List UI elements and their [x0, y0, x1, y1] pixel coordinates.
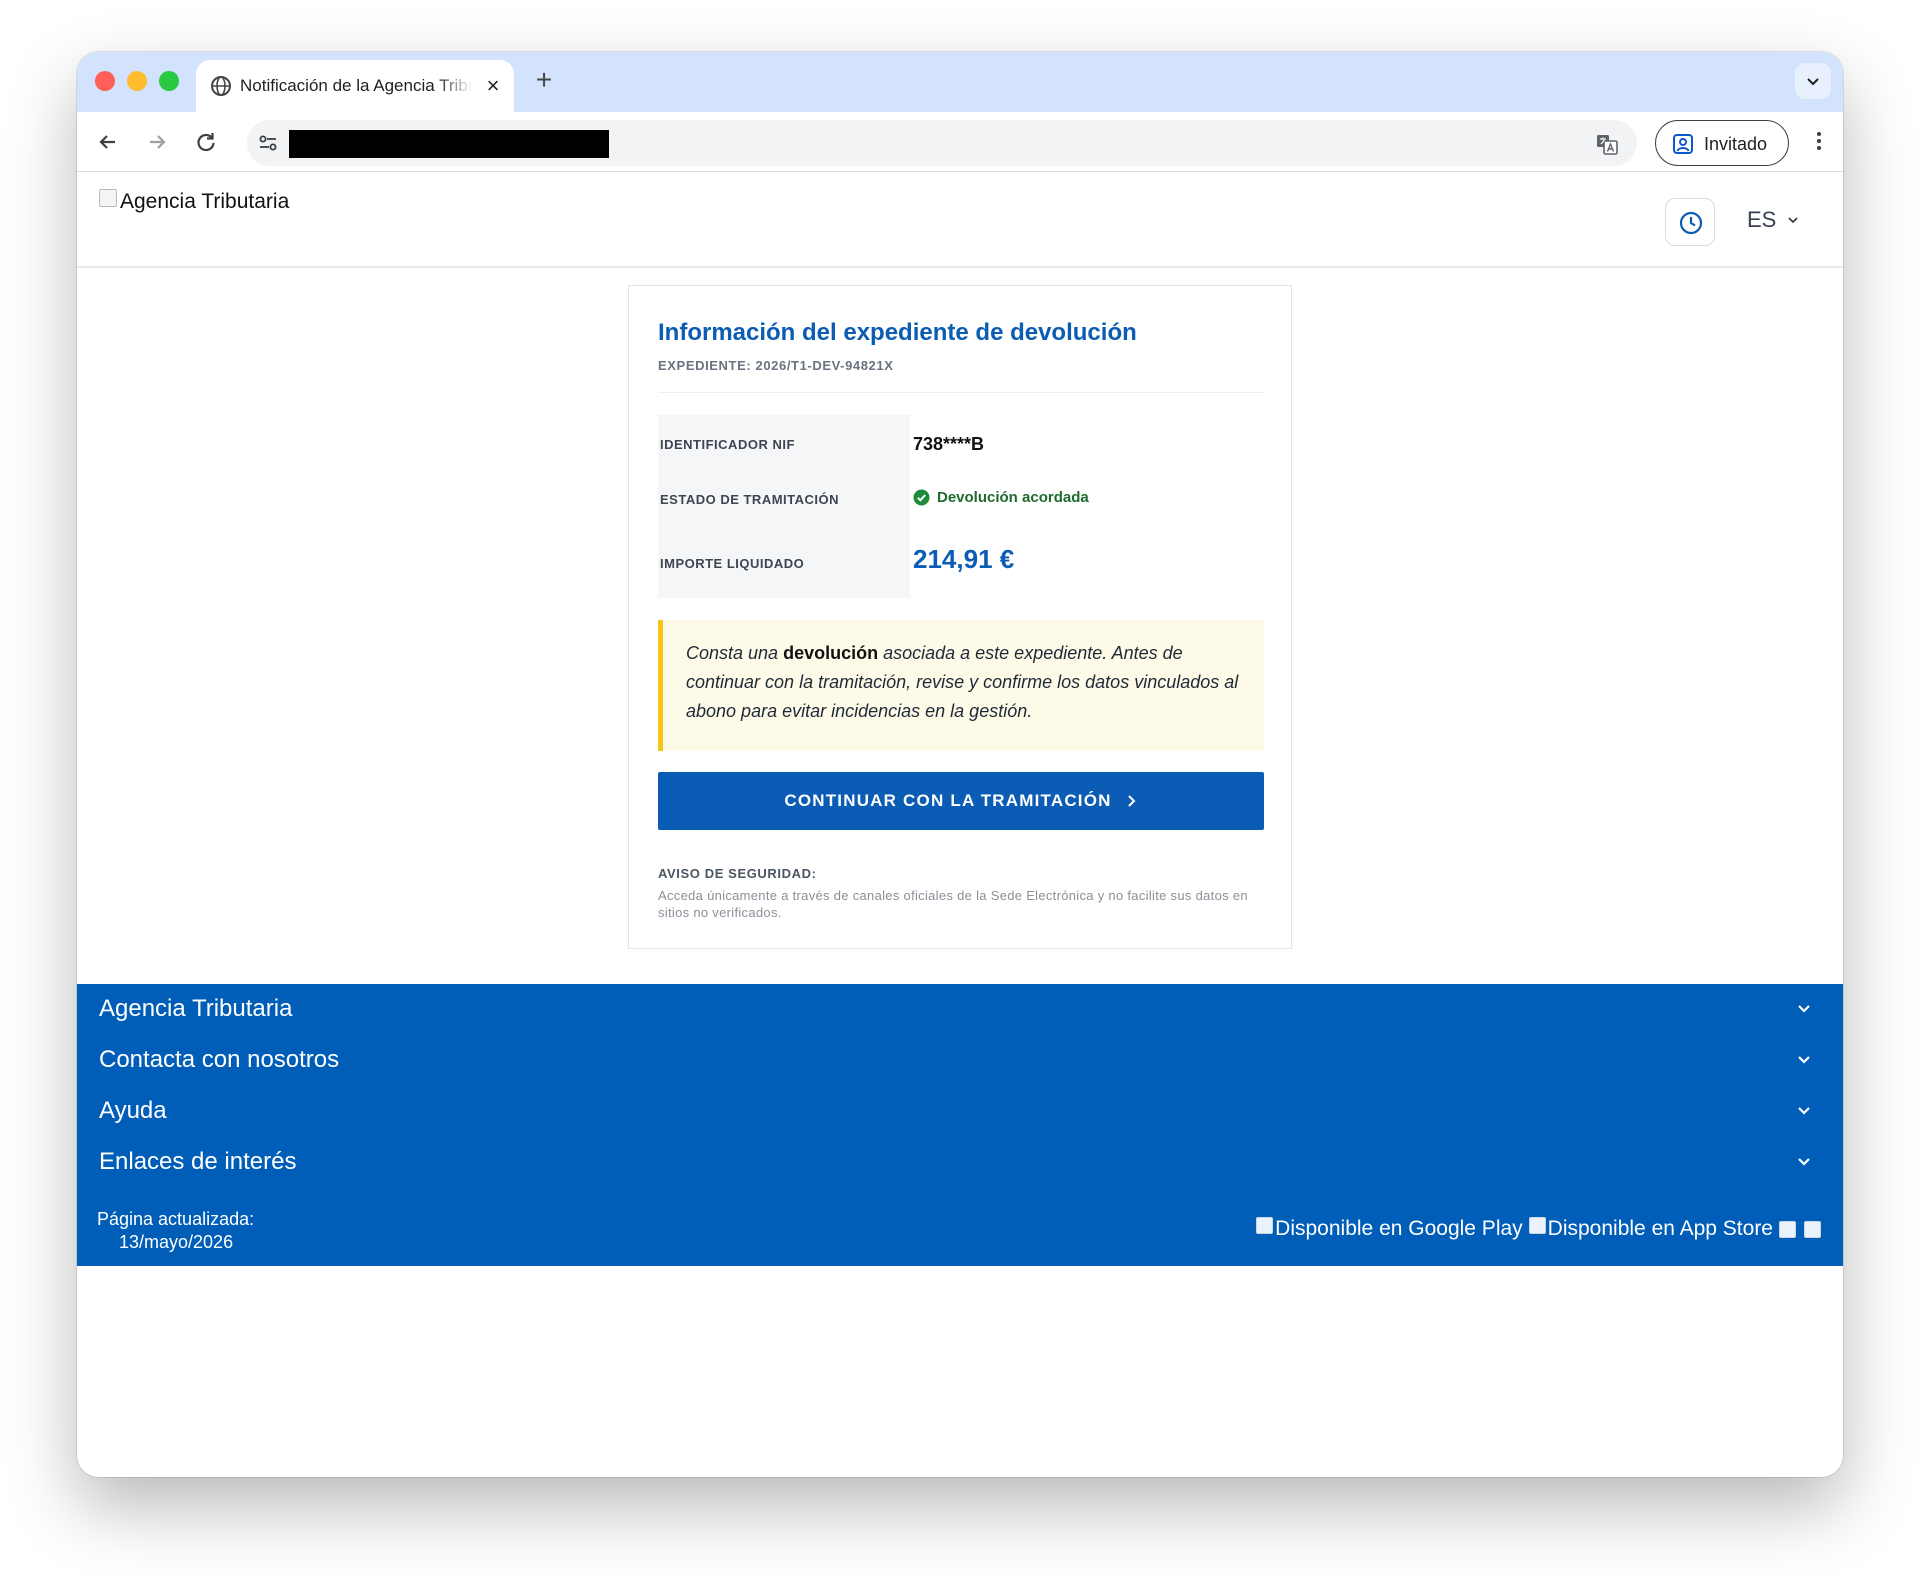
nif-label: IDENTIFICADOR NIF	[660, 437, 795, 452]
broken-image-icon	[1804, 1220, 1821, 1238]
footer-section-label: Agencia Tributaria	[99, 995, 293, 1022]
continue-button[interactable]: CONTINUAR CON LA TRAMITACIÓN	[658, 772, 1264, 830]
tab-search-button[interactable]	[1795, 63, 1831, 99]
footer-section-agencia[interactable]: Agencia Tributaria	[77, 984, 1843, 1035]
broken-image-icon	[1779, 1220, 1796, 1238]
notice-text-start: Consta una	[686, 643, 784, 663]
site-logo[interactable]: Agencia Tributaria	[99, 189, 290, 214]
tab-title: Notificación de la Agencia Tributaria	[240, 76, 472, 95]
clock-icon	[1679, 211, 1703, 235]
chevron-down-icon	[1807, 78, 1819, 86]
footer-section-label: Contacta con nosotros	[99, 1046, 340, 1073]
footer-image-link[interactable]	[1779, 1220, 1798, 1238]
active-tab[interactable]: Notificación de la Agencia Tributaria ×	[196, 60, 514, 112]
chevron-down-icon	[1798, 1158, 1810, 1166]
security-title: AVISO DE SEGURIDAD:	[658, 866, 817, 881]
chevron-down-icon	[1788, 217, 1798, 224]
kebab-menu-icon	[1817, 132, 1821, 150]
app-store-alt: Disponible en App Store	[1547, 1217, 1773, 1240]
app-badges: Disponible en Google Play Disponible en …	[1256, 1217, 1823, 1241]
notice-text-bold: devolución	[783, 643, 879, 663]
footer-section-contacta[interactable]: Contacta con nosotros	[77, 1035, 1843, 1086]
security-text: Acceda únicamente a través de canales of…	[658, 888, 1248, 920]
site-settings-icon[interactable]	[257, 132, 279, 154]
file-number: EXPEDIENTE: 2026/T1-DEV-94821X	[658, 358, 894, 373]
chevron-down-icon	[1798, 1056, 1810, 1064]
page-updated: Página actualizada: 13/mayo/2026	[97, 1208, 254, 1254]
divider	[658, 392, 1264, 393]
web-page: Agencia Tributaria ES Información del ex…	[77, 173, 1843, 1477]
tab-strip: Notificación de la Agencia Tributaria × …	[77, 52, 1843, 112]
maximize-window-button[interactable]	[159, 71, 179, 91]
notice-text: Consta una devolución asociada a este ex…	[686, 639, 1246, 726]
browser-window: Notificación de la Agencia Tributaria × …	[77, 52, 1843, 1477]
address-bar[interactable]	[247, 120, 1637, 166]
card-title: Información del expediente de devolución	[658, 319, 1137, 346]
broken-image-icon	[1256, 1217, 1274, 1234]
profile-button[interactable]: Invitado	[1655, 120, 1789, 166]
info-table: IDENTIFICADOR NIF 738****B ESTADO DE TRA…	[658, 415, 1264, 598]
close-window-button[interactable]	[95, 71, 115, 91]
browser-menu-button[interactable]	[1808, 126, 1830, 156]
site-header: Agencia Tributaria ES	[77, 173, 1843, 268]
google-play-badge[interactable]: Disponible en Google Play	[1256, 1217, 1523, 1241]
new-tab-button[interactable]: +	[529, 65, 559, 95]
nif-value: 738****B	[913, 434, 985, 454]
reload-icon	[197, 133, 215, 152]
logo-alt-text: Agencia Tributaria	[120, 190, 290, 213]
footer-section-enlaces[interactable]: Enlaces de interés	[77, 1137, 1843, 1188]
footer-image-link[interactable]	[1804, 1220, 1823, 1238]
browser-toolbar: Invitado	[77, 112, 1843, 172]
site-footer: Agencia Tributaria Contacta con nosotros…	[77, 984, 1843, 1266]
refund-info-card: Información del expediente de devolución…	[628, 285, 1292, 949]
broken-image-icon	[99, 189, 117, 207]
arrow-left-icon	[99, 135, 115, 149]
footer-section-label: Enlaces de interés	[99, 1148, 297, 1175]
globe-icon	[210, 75, 232, 97]
language-label: ES	[1747, 207, 1777, 232]
refund-notice: Consta una devolución asociada a este ex…	[658, 620, 1264, 751]
minimize-window-button[interactable]	[127, 71, 147, 91]
arrow-right-icon	[150, 135, 166, 149]
amount-value: 214,91 €	[913, 544, 1015, 574]
reload-button[interactable]	[191, 127, 221, 157]
footer-section-ayuda[interactable]: Ayuda	[77, 1086, 1843, 1137]
back-button[interactable]	[93, 127, 123, 157]
translate-icon[interactable]	[1595, 132, 1619, 156]
history-button[interactable]	[1665, 198, 1715, 246]
chevron-down-icon	[1798, 1005, 1810, 1013]
profile-label: Invitado	[1704, 134, 1768, 154]
app-store-badge[interactable]: Disponible en App Store	[1528, 1217, 1773, 1241]
status-value: Devolución acordada	[913, 489, 1089, 506]
chevron-down-icon	[1798, 1107, 1810, 1115]
check-circle-icon	[913, 489, 930, 506]
chevron-right-icon	[1127, 795, 1136, 807]
status-text: Devolución acordada	[937, 489, 1089, 506]
person-badge-icon	[1673, 134, 1693, 154]
updated-label: Página actualizada:	[97, 1209, 255, 1229]
amount-label: IMPORTE LIQUIDADO	[660, 556, 805, 571]
google-play-alt: Disponible en Google Play	[1275, 1217, 1523, 1240]
forward-button[interactable]	[142, 127, 172, 157]
status-label: ESTADO DE TRAMITACIÓN	[660, 492, 840, 507]
language-selector[interactable]: ES	[1747, 207, 1800, 233]
tab-close-button[interactable]: ×	[481, 74, 505, 98]
broken-image-icon	[1528, 1217, 1546, 1234]
continue-button-label: CONTINUAR CON LA TRAMITACIÓN	[784, 791, 1112, 810]
footer-section-label: Ayuda	[99, 1097, 167, 1124]
url-text-redacted[interactable]	[289, 130, 609, 158]
updated-date: 13/mayo/2026	[119, 1232, 234, 1252]
